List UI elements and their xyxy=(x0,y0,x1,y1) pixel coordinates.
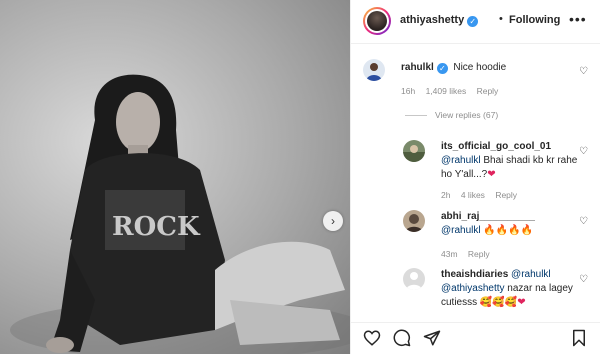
reply-avatar[interactable] xyxy=(403,210,425,232)
red-heart-emoji: ❤ xyxy=(517,297,526,308)
reply-button[interactable]: Reply xyxy=(468,249,490,259)
reply-mention[interactable]: @rahulkl xyxy=(441,155,481,166)
reply-time: 43m xyxy=(441,249,458,259)
reply-meta: 2h 4 likes Reply xyxy=(441,190,525,200)
like-heart-icon[interactable]: ♡ xyxy=(579,146,588,157)
comment-bubble-icon[interactable] xyxy=(393,329,411,352)
photo-illustration: ROCK xyxy=(10,74,350,354)
like-heart-icon[interactable]: ♡ xyxy=(579,216,588,227)
post-header: athiyashetty ✓ • Following ••• xyxy=(351,0,600,44)
commenter-avatar[interactable] xyxy=(363,59,385,81)
author-username[interactable]: athiyashetty ✓ xyxy=(400,14,479,27)
more-options-icon[interactable]: ••• xyxy=(569,11,587,27)
reply-button[interactable]: Reply xyxy=(477,86,499,96)
verified-badge-icon: ✓ xyxy=(436,63,448,74)
like-heart-icon[interactable] xyxy=(363,329,381,352)
reply-item: theaishdiaries @rahulkl @athiyashetty na… xyxy=(351,264,600,320)
view-replies-label[interactable]: View replies (67) xyxy=(435,110,498,120)
comment-meta: 16h 1,409 likes Reply xyxy=(401,86,506,96)
share-send-icon[interactable] xyxy=(423,329,441,352)
reply-time: 2h xyxy=(441,190,451,200)
replies-divider xyxy=(405,115,427,117)
comment-username[interactable]: rahulkl xyxy=(401,62,434,73)
separator-dot: • xyxy=(499,13,503,25)
reply-button[interactable]: Reply xyxy=(495,190,517,200)
carousel-next-button[interactable]: › xyxy=(323,211,343,231)
reply-avatar[interactable] xyxy=(403,140,425,162)
like-heart-icon[interactable]: ♡ xyxy=(579,274,588,285)
comment-body: Nice hoodie xyxy=(453,62,507,73)
comment-likes[interactable]: 1,409 likes xyxy=(426,86,467,96)
save-bookmark-icon[interactable] xyxy=(571,329,587,352)
red-heart-emoji: ❤ xyxy=(487,169,496,180)
author-username-text[interactable]: athiyashetty xyxy=(400,14,464,26)
reply-text: theaishdiaries @rahulkl @athiyashetty na… xyxy=(441,268,581,310)
svg-text:ROCK: ROCK xyxy=(112,212,201,242)
verified-badge-icon: ✓ xyxy=(467,16,479,27)
reply-likes[interactable]: 4 likes xyxy=(461,190,485,200)
reply-text: its_official_go_cool_01 @rahulkl Bhai sh… xyxy=(441,140,581,182)
comment-text: rahulkl ✓ Nice hoodie xyxy=(401,61,506,75)
comments-panel: athiyashetty ✓ • Following ••• rahulkl ✓ N… xyxy=(350,0,600,354)
reply-mention[interactable]: @rahulkl xyxy=(441,225,481,236)
like-heart-icon[interactable]: ♡ xyxy=(579,66,588,77)
reply-username[interactable]: theaishdiaries xyxy=(441,269,508,280)
reply-text: abhi_raj__________ @rahulkl 🔥🔥🔥🔥 xyxy=(441,210,581,238)
action-bar xyxy=(351,322,600,354)
reply-item: its_official_go_cool_01 @rahulkl Bhai sh… xyxy=(351,136,600,206)
reply-mention-2[interactable]: @athiyashetty xyxy=(441,283,505,294)
main-comment: rahulkl ✓ Nice hoodie 16h 1,409 likes Rep… xyxy=(351,56,600,106)
view-replies-button[interactable]: View replies (67) xyxy=(405,110,498,120)
following-button[interactable]: Following xyxy=(509,14,560,26)
post-photo: ROCK › xyxy=(0,0,350,354)
reply-avatar[interactable] xyxy=(403,268,425,290)
reply-meta: 43m Reply xyxy=(441,249,498,259)
reply-username[interactable]: abhi_raj__________ xyxy=(441,211,535,222)
reply-mention[interactable]: @rahulkl xyxy=(511,269,551,280)
reply-username[interactable]: its_official_go_cool_01 xyxy=(441,141,551,152)
reply-body: 🔥🔥🔥🔥 xyxy=(480,225,534,236)
comment-time: 16h xyxy=(401,86,416,96)
reply-item: abhi_raj__________ @rahulkl 🔥🔥🔥🔥 43m Rep… xyxy=(351,206,600,262)
author-avatar[interactable] xyxy=(363,7,391,35)
